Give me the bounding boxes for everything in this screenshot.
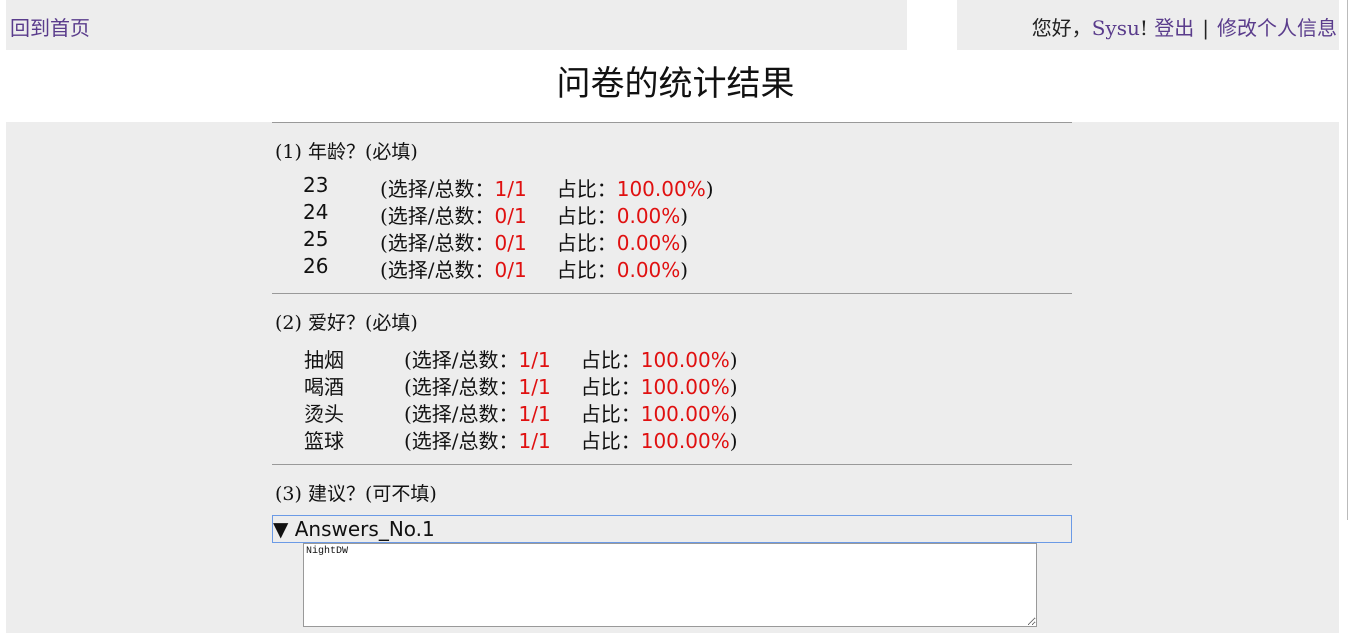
question-age: (1) 年龄？(必填) 23 (选择/总数：1/1 占比：100.00%) 24 …: [272, 122, 1072, 293]
option-row: 24 (选择/总数：0/1 占比：0.00%): [272, 200, 1072, 229]
greeting-prefix: 您好，: [1031, 16, 1092, 40]
ratio-value: 0.00%: [616, 258, 681, 282]
option-row: 烫头 (选择/总数：1/1 占比：100.00%): [272, 398, 1072, 427]
option-stats: (选择/总数：1/1 占比：100.00%): [404, 425, 738, 454]
option-stats: (选择/总数：1/1 占比：100.00%): [404, 344, 738, 373]
logout-link[interactable]: 登出: [1154, 16, 1194, 40]
stats-suffix: ): [729, 402, 738, 426]
option-stats: (选择/总数：1/1 占比：100.00%): [404, 371, 738, 400]
count-value: 0/1: [494, 204, 527, 228]
top-nav-right: 您好，Sysu! 登出 | 修改个人信息: [957, 0, 1339, 50]
question-suggestion: (3) 建议？(可不填): [272, 464, 1072, 515]
edit-profile-link[interactable]: 修改个人信息: [1217, 16, 1337, 40]
option-label: 26: [303, 254, 329, 278]
count-value: 1/1: [518, 429, 551, 453]
count-value: 0/1: [494, 231, 527, 255]
answers-toggle[interactable]: ▼ Answers_No.1: [272, 515, 1072, 543]
option-label: 喝酒: [304, 375, 344, 399]
count-value: 1/1: [518, 375, 551, 399]
stats-suffix: ): [680, 204, 689, 228]
count-value: 1/1: [518, 402, 551, 426]
option-row: 25 (选择/总数：0/1 占比：0.00%): [272, 227, 1072, 256]
ratio-value: 0.00%: [616, 231, 681, 255]
ratio-prefix: 占比：: [556, 204, 617, 228]
option-row: 喝酒 (选择/总数：1/1 占比：100.00%): [272, 371, 1072, 400]
option-label: 25: [303, 227, 329, 251]
ratio-value: 100.00%: [640, 375, 730, 399]
option-row: 23 (选择/总数：1/1 占比：100.00%): [272, 173, 1072, 202]
stats-suffix: ): [729, 375, 738, 399]
stats-prefix: (选择/总数：: [404, 402, 519, 426]
ratio-prefix: 占比：: [556, 258, 617, 282]
survey-results: (1) 年龄？(必填) 23 (选择/总数：1/1 占比：100.00%) 24 …: [272, 122, 1072, 627]
option-label: 24: [303, 200, 329, 224]
ratio-prefix: 占比：: [580, 429, 641, 453]
stats-suffix: ): [680, 231, 689, 255]
stats-suffix: ): [680, 258, 689, 282]
question-title: (2) 爱好？(必填): [275, 312, 418, 334]
ratio-value: 100.00%: [616, 177, 706, 201]
option-label: 抽烟: [304, 348, 344, 372]
nav-separator: |: [1202, 16, 1209, 40]
ratio-prefix: 占比：: [556, 177, 617, 201]
option-label: 23: [303, 173, 329, 197]
count-value: 0/1: [494, 258, 527, 282]
page-title: 问卷的统计结果: [556, 64, 795, 104]
ratio-prefix: 占比：: [580, 375, 641, 399]
option-label: 篮球: [304, 429, 344, 453]
ratio-value: 0.00%: [616, 204, 681, 228]
count-value: 1/1: [518, 348, 551, 372]
top-nav-left: 回到首页: [6, 0, 907, 50]
option-stats: (选择/总数：0/1 占比：0.00%): [380, 200, 688, 229]
stats-suffix: ): [729, 429, 738, 453]
stats-suffix: ): [705, 177, 714, 201]
ratio-value: 100.00%: [640, 348, 730, 372]
question-title: (3) 建议？(可不填): [275, 483, 437, 505]
stats-suffix: ): [729, 348, 738, 372]
option-stats: (选择/总数：0/1 占比：0.00%): [380, 227, 688, 256]
option-stats: (选择/总数：1/1 占比：100.00%): [380, 173, 714, 202]
ratio-prefix: 占比：: [580, 348, 641, 372]
stats-prefix: (选择/总数：: [380, 231, 495, 255]
ratio-value: 100.00%: [640, 429, 730, 453]
option-list: 抽烟 (选择/总数：1/1 占比：100.00%) 喝酒 (选择/总数：1/1 占比…: [272, 344, 1072, 454]
ratio-prefix: 占比：: [580, 402, 641, 426]
question-title: (1) 年龄？(必填): [275, 141, 418, 163]
question-hobby: (2) 爱好？(必填) 抽烟 (选择/总数：1/1 占比：100.00%) 喝酒 …: [272, 293, 1072, 464]
stats-prefix: (选择/总数：: [380, 204, 495, 228]
answer-textarea[interactable]: NightDW: [303, 543, 1037, 627]
user-area: 您好，Sysu! 登出 | 修改个人信息: [1032, 12, 1337, 41]
option-stats: (选择/总数：0/1 占比：0.00%): [380, 254, 688, 283]
stats-prefix: (选择/总数：: [404, 375, 519, 399]
greeting-suffix: !: [1139, 16, 1148, 40]
option-label: 烫头: [304, 402, 344, 426]
option-row: 篮球 (选择/总数：1/1 占比：100.00%): [272, 425, 1072, 454]
stats-prefix: (选择/总数：: [404, 429, 519, 453]
ratio-prefix: 占比：: [556, 231, 617, 255]
username-link[interactable]: Sysu: [1092, 16, 1140, 40]
option-stats: (选择/总数：1/1 占比：100.00%): [404, 398, 738, 427]
stats-prefix: (选择/总数：: [380, 258, 495, 282]
option-list: 23 (选择/总数：1/1 占比：100.00%) 24 (选择/总数：0/1 占比…: [272, 173, 1072, 283]
home-link[interactable]: 回到首页: [10, 12, 90, 41]
option-row: 抽烟 (选择/总数：1/1 占比：100.00%): [272, 344, 1072, 373]
stats-prefix: (选择/总数：: [380, 177, 495, 201]
option-row: 26 (选择/总数：0/1 占比：0.00%): [272, 254, 1072, 283]
count-value: 1/1: [494, 177, 527, 201]
stats-prefix: (选择/总数：: [404, 348, 519, 372]
ratio-value: 100.00%: [640, 402, 730, 426]
results-panel: (1) 年龄？(必填) 23 (选择/总数：1/1 占比：100.00%) 24 …: [6, 122, 1339, 633]
